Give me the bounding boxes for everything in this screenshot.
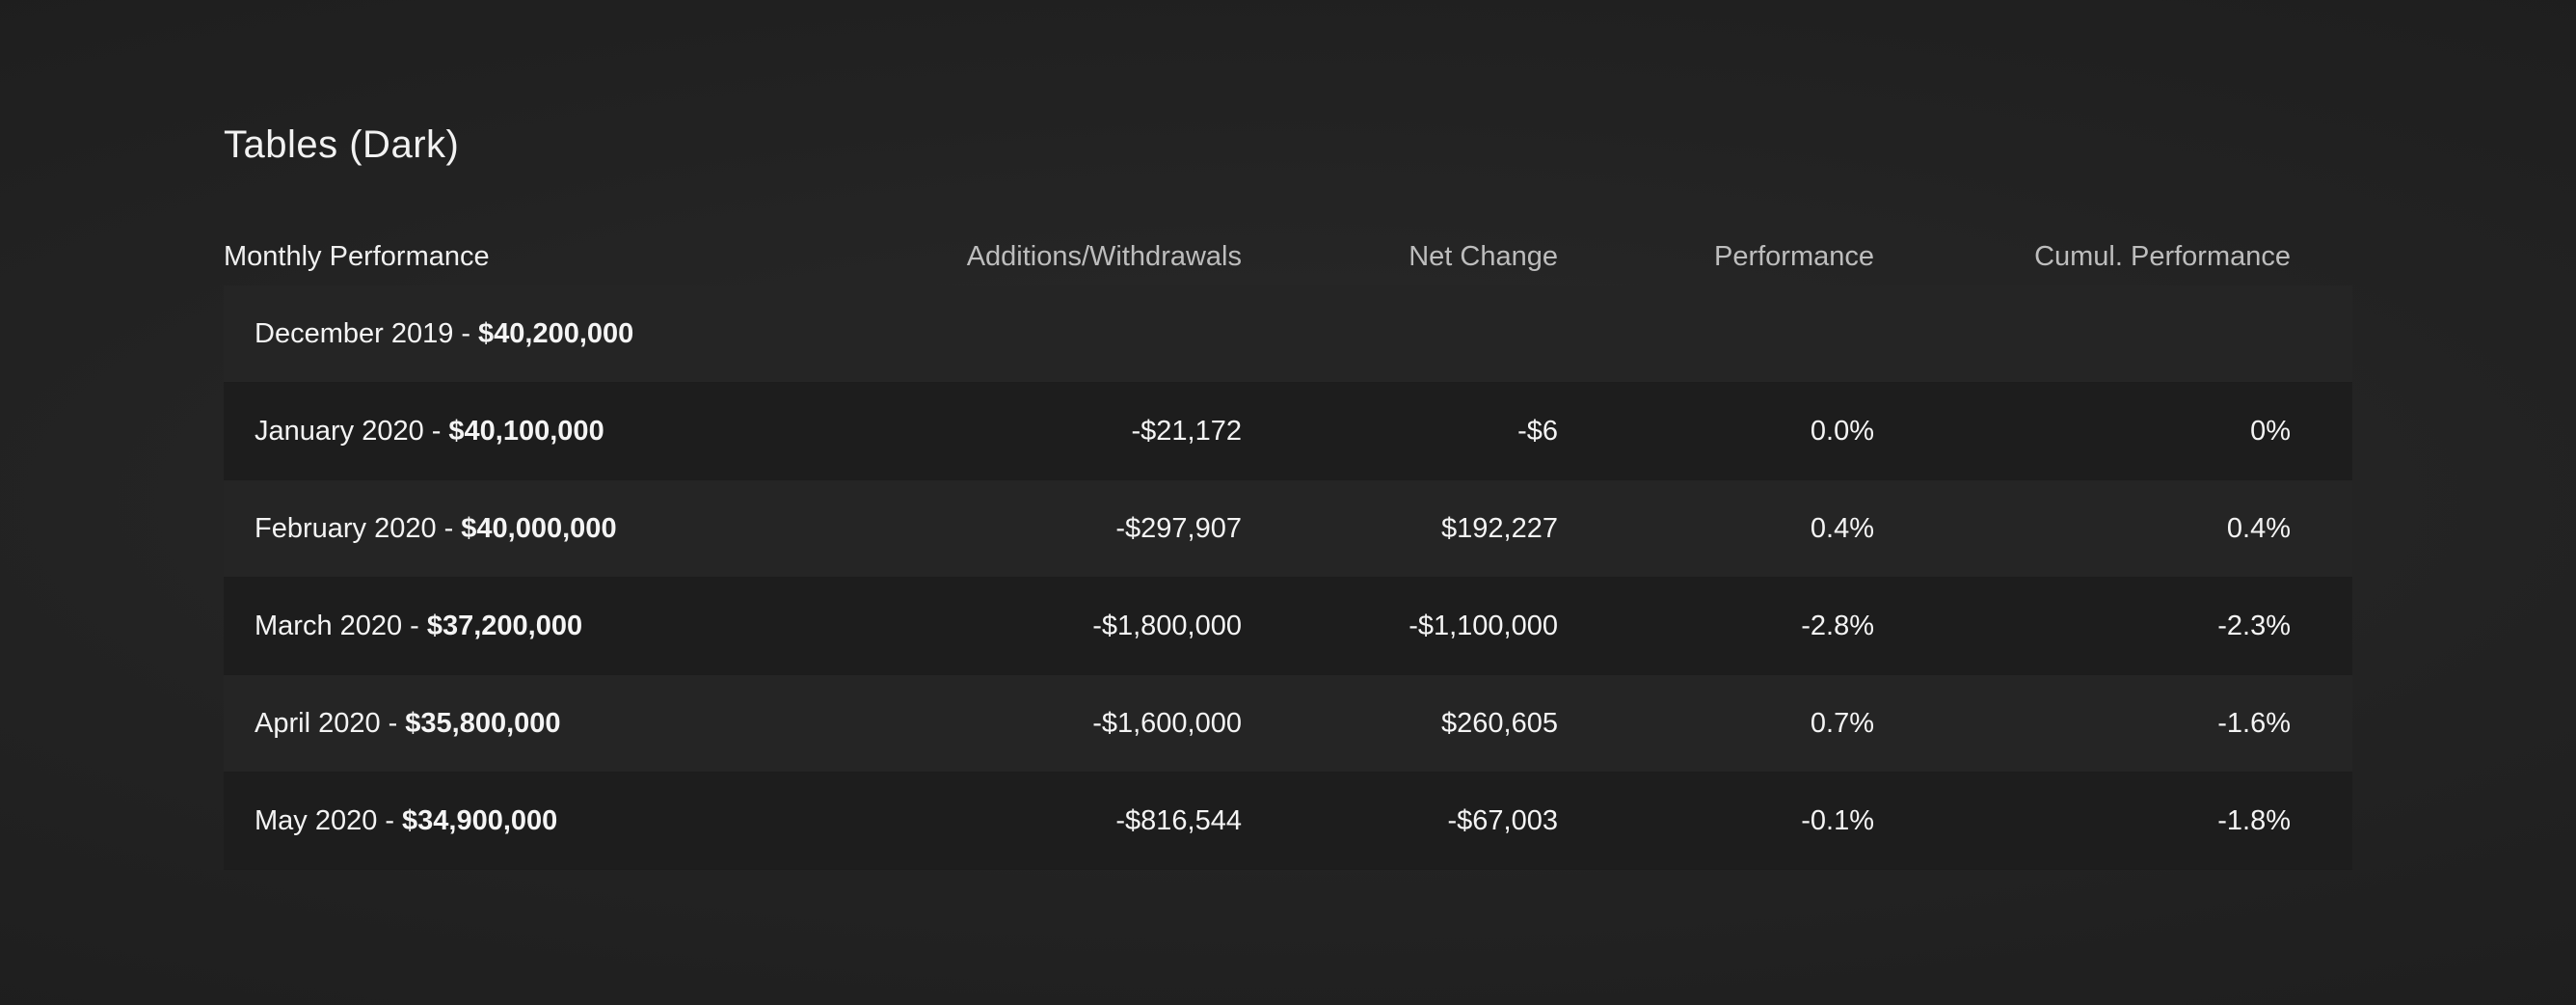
table-row: March 2020- $37,200,000 -$1,800,000 -$1,1… [224,578,2352,675]
row-cumulative: -1.8% [2217,804,2291,836]
row-net-change: -$6 [1517,415,1558,447]
row-additions: -$1,800,000 [1092,610,1242,641]
row-separator: - [410,610,419,641]
row-balance: $34,900,000 [402,804,558,836]
row-balance: $40,200,000 [478,317,634,349]
row-month: April 2020 [255,707,381,739]
row-separator: - [388,707,398,739]
row-separator: - [443,512,454,544]
row-month: December 2019 [255,317,454,349]
row-month: May 2020 [255,804,378,836]
page-container: Tables (Dark) Monthly Performance Additi… [224,116,2352,870]
table-row: February 2020- $40,000,000 -$297,907 $192… [224,480,2352,578]
row-balance: $37,200,000 [426,610,583,641]
row-cumulative: -2.3% [2217,610,2291,641]
row-net-change: -$1,100,000 [1409,610,1558,641]
row-additions: -$816,544 [1115,804,1242,836]
table-row: May 2020- $34,900,000 -$816,544 -$67,003 … [224,773,2352,870]
header-cumulative-performance[interactable]: Cumul. Performance [1874,241,2321,273]
row-balance: $40,000,000 [461,512,617,544]
header-performance[interactable]: Performance [1558,241,1874,273]
row-net-change: $260,605 [1441,707,1558,739]
row-additions: -$21,172 [1131,415,1243,447]
row-net-change: -$67,003 [1447,804,1559,836]
row-additions: -$297,907 [1115,512,1242,544]
row-month-cell: January 2020- $40,100,000 [224,416,872,448]
row-performance: 0.4% [1810,512,1874,544]
row-performance: 0.7% [1810,707,1874,739]
table-header: Monthly Performance Additions/Withdrawal… [224,228,2352,285]
row-balance: $35,800,000 [405,707,561,739]
row-month-cell: May 2020- $34,900,000 [224,805,872,837]
row-performance: -2.8% [1801,610,1874,641]
row-additions: -$1,600,000 [1092,707,1242,739]
row-separator: - [431,415,442,447]
table-row: January 2020- $40,100,000 -$21,172 -$6 0.… [224,383,2352,480]
row-cumulative: 0.4% [2226,512,2291,544]
row-month-cell: March 2020- $37,200,000 [224,611,872,642]
row-cumulative: -1.6% [2217,707,2291,739]
header-additions-withdrawals[interactable]: Additions/Withdrawals [872,241,1242,273]
row-month: February 2020 [255,512,437,544]
row-net-change: $192,227 [1441,512,1558,544]
row-month-cell: December 2019- $40,200,000 [224,318,872,350]
performance-table: Monthly Performance Additions/Withdrawal… [224,228,2352,870]
row-balance: $40,100,000 [448,415,604,447]
row-cumulative: 0% [2250,415,2291,447]
row-separator: - [385,804,395,836]
row-month: March 2020 [255,610,403,641]
table-row: April 2020- $35,800,000 -$1,600,000 $260,… [224,675,2352,773]
table-row: December 2019- $40,200,000 [224,285,2352,383]
header-monthly-performance[interactable]: Monthly Performance [224,241,872,273]
page-title: Tables (Dark) [224,123,460,166]
row-month-cell: April 2020- $35,800,000 [224,708,872,740]
row-separator: - [461,317,471,349]
header-net-change[interactable]: Net Change [1242,241,1558,273]
row-performance: -0.1% [1801,804,1874,836]
row-performance: 0.0% [1810,415,1874,447]
row-month-cell: February 2020- $40,000,000 [224,513,872,545]
row-month: January 2020 [255,415,424,447]
